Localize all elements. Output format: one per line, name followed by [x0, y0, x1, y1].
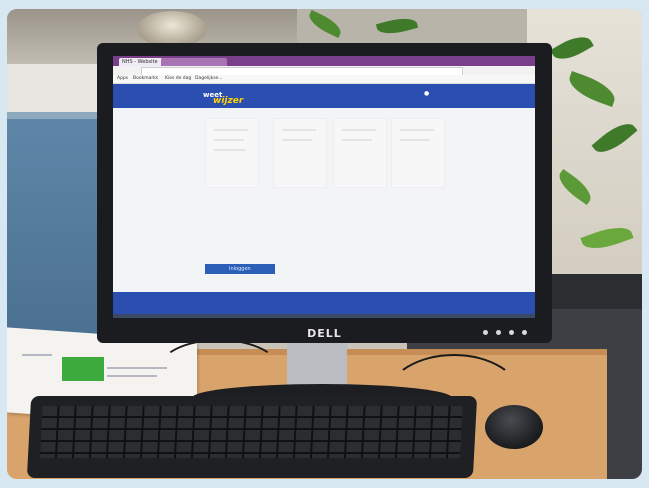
monitor-brand-logo: DELL: [307, 327, 342, 340]
site-footer: [113, 292, 535, 314]
card-line: [400, 129, 434, 131]
card-line: [282, 129, 316, 131]
login-button-label: Inloggen: [229, 266, 251, 272]
card-line: [214, 139, 244, 141]
keyboard-keys[interactable]: [39, 406, 463, 458]
monitor-button[interactable]: [483, 330, 488, 335]
card-line: [342, 139, 372, 141]
monitor: NHS - Website Apps Bookmarks Kies de dag…: [97, 43, 552, 343]
info-card: [205, 118, 259, 188]
info-card: [273, 118, 327, 188]
user-icon[interactable]: ●: [424, 90, 429, 97]
address-bar: [113, 66, 535, 76]
monitor-button[interactable]: [522, 330, 527, 335]
card-line: [214, 149, 246, 151]
bookmarks-bar: Apps Bookmarks Kies de dag Dagelijkse...: [113, 75, 535, 84]
bookmark-item[interactable]: Dagelijkse...: [195, 76, 223, 81]
ceiling-lamp: [137, 11, 207, 47]
login-button[interactable]: Inloggen: [205, 264, 275, 274]
os-taskbar: [113, 314, 535, 318]
browser-tab[interactable]: [161, 58, 227, 66]
card-line: [342, 129, 376, 131]
card-line: [400, 139, 430, 141]
bookmark-item[interactable]: Bookmarks: [133, 76, 158, 81]
info-card: [391, 118, 445, 188]
paper-line: [22, 354, 52, 356]
bookmark-item[interactable]: Apps: [117, 76, 128, 81]
bookmark-item[interactable]: Kies de dag: [165, 76, 191, 81]
info-card: [333, 118, 387, 188]
site-header: weet wijzer ●: [113, 84, 535, 108]
paper-line: [107, 375, 157, 377]
keyboard[interactable]: [26, 396, 478, 478]
paper-green-block: [62, 357, 104, 381]
card-line: [214, 129, 248, 131]
monitor-button[interactable]: [496, 330, 501, 335]
monitor-button[interactable]: [509, 330, 514, 335]
photo-frame: NHS - Website Apps Bookmarks Kies de dag…: [7, 9, 642, 479]
site-content: Inloggen: [113, 108, 535, 292]
browser-tab-strip: NHS - Website: [113, 56, 535, 66]
monitor-screen: NHS - Website Apps Bookmarks Kies de dag…: [113, 56, 535, 318]
site-logo-bottom[interactable]: wijzer: [213, 96, 243, 106]
computer-mouse[interactable]: [485, 405, 543, 449]
card-line: [282, 139, 312, 141]
browser-tab[interactable]: NHS - Website: [119, 58, 163, 66]
